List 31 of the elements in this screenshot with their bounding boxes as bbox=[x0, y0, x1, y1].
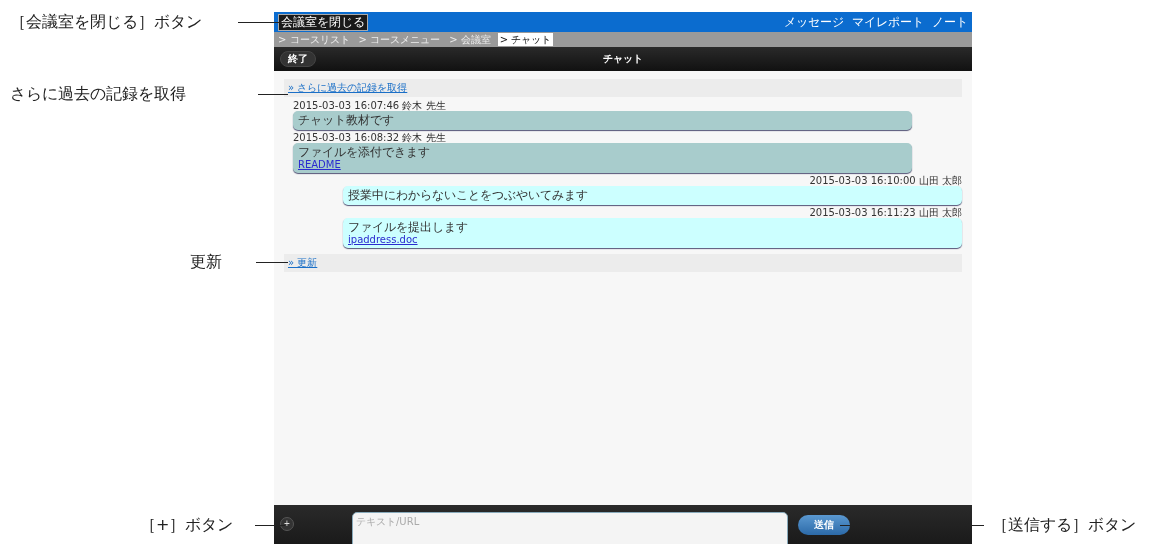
leader-line bbox=[256, 262, 288, 263]
end-button[interactable]: 終了 bbox=[280, 51, 316, 67]
message-text: ファイルを提出します bbox=[348, 220, 468, 234]
older-records-link[interactable]: » さらに過去の記録を取得 bbox=[288, 81, 408, 95]
nav-link[interactable]: メッセージ bbox=[784, 13, 844, 31]
leader-line bbox=[258, 94, 288, 95]
nav-link[interactable]: ノート bbox=[932, 13, 968, 31]
callout-label: ［会議室を閉じる］ボタン bbox=[10, 12, 202, 32]
close-room-button[interactable]: 会議室を閉じる bbox=[278, 13, 368, 31]
message-text: 授業中にわからないことをつぶやいてみます bbox=[348, 188, 588, 202]
page-title: チャット bbox=[603, 52, 643, 66]
message-meta: 2015-03-03 16:10:00 山田 太郎 bbox=[809, 175, 962, 186]
callout-label: ［送信する］ボタン bbox=[992, 515, 1136, 535]
message-meta: 2015-03-03 16:07:46 鈴木 先生 bbox=[293, 100, 446, 111]
message-meta: 2015-03-03 16:11:23 山田 太郎 bbox=[809, 207, 962, 218]
message-meta: 2015-03-03 16:08:32 鈴木 先生 bbox=[293, 132, 446, 143]
callout-label: ［+］ボタン bbox=[140, 515, 234, 535]
refresh-link[interactable]: » 更新 bbox=[288, 256, 318, 270]
callout-label: さらに過去の記録を取得 bbox=[10, 84, 186, 104]
leader-line bbox=[238, 22, 290, 23]
plus-button[interactable]: + bbox=[280, 517, 294, 531]
file-link[interactable]: ipaddress.doc bbox=[348, 234, 418, 245]
file-link[interactable]: README bbox=[298, 159, 341, 170]
breadcrumb-item[interactable]: > チャット bbox=[497, 33, 554, 46]
nav-link[interactable]: マイレポート bbox=[852, 13, 924, 31]
message-text: チャット教材です bbox=[298, 113, 394, 127]
callout-label: 更新 bbox=[190, 252, 222, 272]
message-text: ファイルを添付できます bbox=[298, 145, 430, 159]
send-button[interactable]: 送信 bbox=[798, 515, 850, 535]
leader-line bbox=[255, 525, 285, 526]
message-input-field[interactable]: テキスト/URL bbox=[352, 512, 788, 544]
